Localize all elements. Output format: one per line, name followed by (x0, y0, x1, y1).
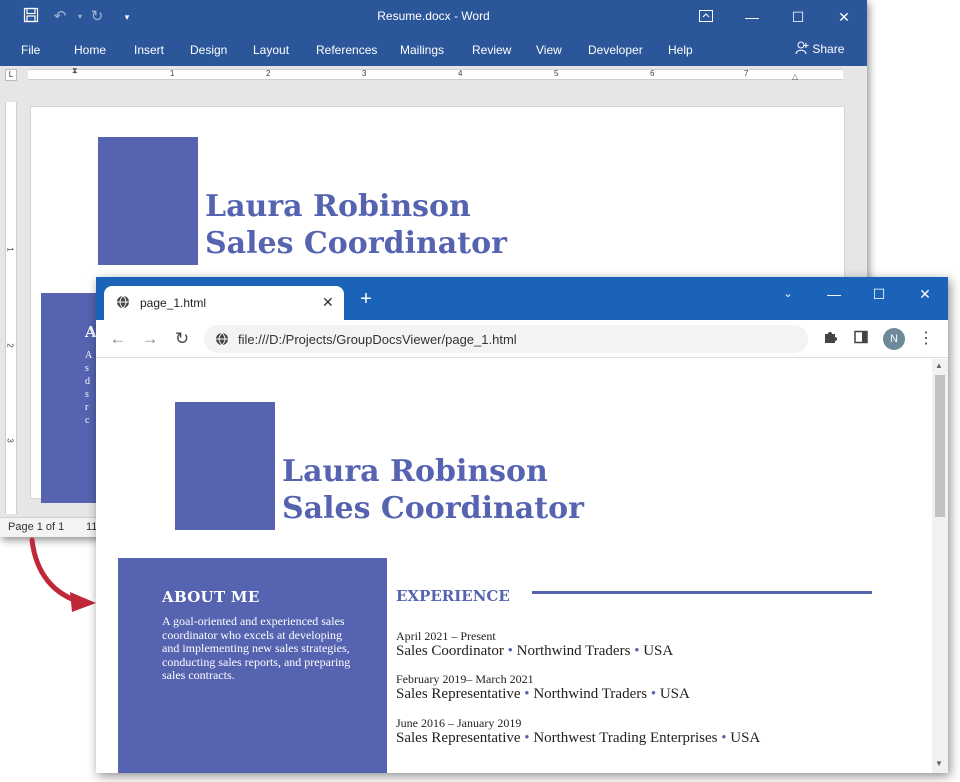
ribbon-tab-developer[interactable]: Developer (588, 43, 643, 57)
scroll-up-icon[interactable]: ▲ (935, 361, 943, 370)
job-country: USA (659, 686, 690, 702)
right-indent-marker-icon[interactable]: △ (792, 72, 798, 81)
job-dates: April 2021 – Present (396, 629, 496, 643)
maximize-icon[interactable]: ☐ (775, 0, 821, 34)
ribbon-tab-design[interactable]: Design (190, 43, 227, 57)
header-accent-block (98, 137, 198, 265)
share-label: Share (812, 42, 845, 56)
separator-dot: • (507, 643, 513, 659)
separator-dot: • (634, 643, 640, 659)
url-text: file:///D:/Projects/GroupDocsViewer/page… (238, 332, 517, 347)
tab-selector-icon[interactable]: L (5, 69, 17, 81)
experience-divider (532, 591, 872, 594)
ruler-number: 6 (650, 69, 655, 78)
ribbon-tab-review[interactable]: Review (472, 43, 511, 57)
reload-icon[interactable]: ↻ (171, 328, 193, 350)
job-role: Sales Coordinator (396, 643, 504, 659)
page-count[interactable]: Page 1 of 1 (8, 521, 64, 533)
profile-avatar[interactable]: N (883, 328, 905, 350)
about-heading-preview: A (85, 323, 97, 341)
globe-icon (117, 295, 129, 309)
ribbon-tab-layout[interactable]: Layout (253, 43, 289, 57)
ruler-number: 3 (5, 438, 15, 443)
browser-window: page_1.html ✕ + ⌄ — ☐ ✕ ← → ↻ file:///D:… (96, 277, 948, 773)
job-country: USA (730, 730, 761, 746)
maximize-icon[interactable]: ☐ (858, 281, 900, 307)
ruler-number: 4 (458, 69, 463, 78)
address-bar[interactable]: file:///D:/Projects/GroupDocsViewer/page… (204, 325, 808, 353)
about-heading: ABOUT ME (162, 588, 260, 606)
ruler-number: 1 (170, 69, 175, 78)
job-role: Sales Representative (396, 730, 521, 746)
separator-dot: • (524, 730, 530, 746)
ribbon-tab-mailings[interactable]: Mailings (400, 43, 444, 57)
horizontal-ruler[interactable]: 1 2 3 4 5 6 7 ⧗ △ (28, 66, 843, 83)
ruler-number: 1 (5, 247, 15, 252)
browser-toolbar: ← → ↻ file:///D:/Projects/GroupDocsViewe… (96, 320, 948, 358)
about-text: A goal-oriented and experienced sales co… (162, 614, 351, 682)
new-tab-button[interactable]: + (354, 287, 378, 311)
job-role: Sales Representative (396, 686, 521, 702)
globe-icon (216, 332, 228, 346)
job-line: Sales Coordinator • Northwind Traders • … (396, 643, 673, 660)
minimize-icon[interactable]: — (729, 0, 775, 34)
vertical-ruler[interactable]: 1 2 3 (5, 102, 17, 514)
ribbon-tab-help[interactable]: Help (668, 43, 693, 57)
about-sidebar: ABOUT ME A goal-oriented and experienced… (118, 558, 387, 773)
ruler-number: 2 (5, 343, 15, 348)
browser-tab[interactable]: page_1.html ✕ (104, 286, 344, 320)
job-line: Sales Representative • Northwest Trading… (396, 730, 760, 747)
indent-marker-icon[interactable]: ⧗ (72, 66, 80, 83)
tab-search-icon[interactable]: ⌄ (767, 281, 809, 307)
job-company: Northwind Traders (516, 643, 631, 659)
ribbon-tab-view[interactable]: View (536, 43, 562, 57)
ruler-number: 7 (744, 69, 749, 78)
ribbon-tab-file[interactable]: File (21, 43, 40, 57)
vertical-scrollbar[interactable]: ▲ ▼ (932, 359, 948, 773)
resume-title: Sales Coordinator (282, 491, 584, 526)
job-dates: February 2019– March 2021 (396, 672, 534, 686)
separator-dot: • (524, 686, 530, 702)
tab-strip: page_1.html ✕ + ⌄ — ☐ ✕ (96, 277, 948, 320)
conversion-arrow-icon (29, 537, 96, 612)
ribbon-tab-home[interactable]: Home (74, 43, 106, 57)
share-icon (795, 41, 809, 55)
ribbon-display-icon[interactable] (683, 0, 729, 34)
job-company: Northwind Traders (533, 686, 648, 702)
experience-heading: EXPERIENCE (396, 587, 510, 605)
page-viewport[interactable]: Laura Robinson Sales Coordinator ABOUT M… (96, 359, 932, 773)
horizontal-ruler-row: L 1 2 3 4 5 6 7 ⧗ △ (0, 66, 867, 84)
close-icon[interactable]: ✕ (904, 281, 946, 307)
separator-dot: • (650, 686, 657, 702)
job-line: Sales Representative • Northwind Traders… (396, 686, 690, 703)
back-icon[interactable]: ← (107, 328, 129, 350)
header-accent-block (175, 402, 275, 530)
ribbon-tabs: File Home Insert Design Layout Reference… (0, 34, 867, 66)
ruler-number: 2 (266, 69, 271, 78)
resume-name: Laura Robinson (205, 189, 471, 224)
word-title-bar: ↶ ▾ ↻ ▾ Resume.docx - Word — ☐ ✕ (0, 0, 867, 34)
side-panel-icon[interactable] (851, 329, 871, 349)
tab-close-icon[interactable]: ✕ (322, 294, 334, 311)
extensions-icon[interactable] (820, 329, 840, 349)
scrollbar-thumb[interactable] (935, 375, 945, 517)
about-text-preview: Asdsrc (85, 350, 93, 426)
job-dates: June 2016 – January 2019 (396, 716, 522, 730)
ribbon-tab-insert[interactable]: Insert (134, 43, 164, 57)
forward-icon[interactable]: → (139, 328, 161, 350)
ribbon-tab-references[interactable]: References (316, 43, 377, 57)
resume-name: Laura Robinson (282, 454, 548, 489)
resume-title: Sales Coordinator (205, 226, 507, 261)
job-company: Northwest Trading Enterprises (533, 730, 718, 746)
separator-dot: • (721, 730, 727, 746)
tab-title: page_1.html (140, 296, 207, 310)
scroll-down-icon[interactable]: ▼ (935, 759, 943, 768)
minimize-icon[interactable]: — (813, 281, 855, 307)
close-icon[interactable]: ✕ (821, 0, 867, 34)
share-button[interactable]: Share (795, 41, 844, 56)
menu-icon[interactable]: ⋮ (916, 329, 936, 349)
job-country: USA (643, 643, 674, 659)
ruler-number: 5 (554, 69, 559, 78)
ruler-number: 3 (362, 69, 367, 78)
